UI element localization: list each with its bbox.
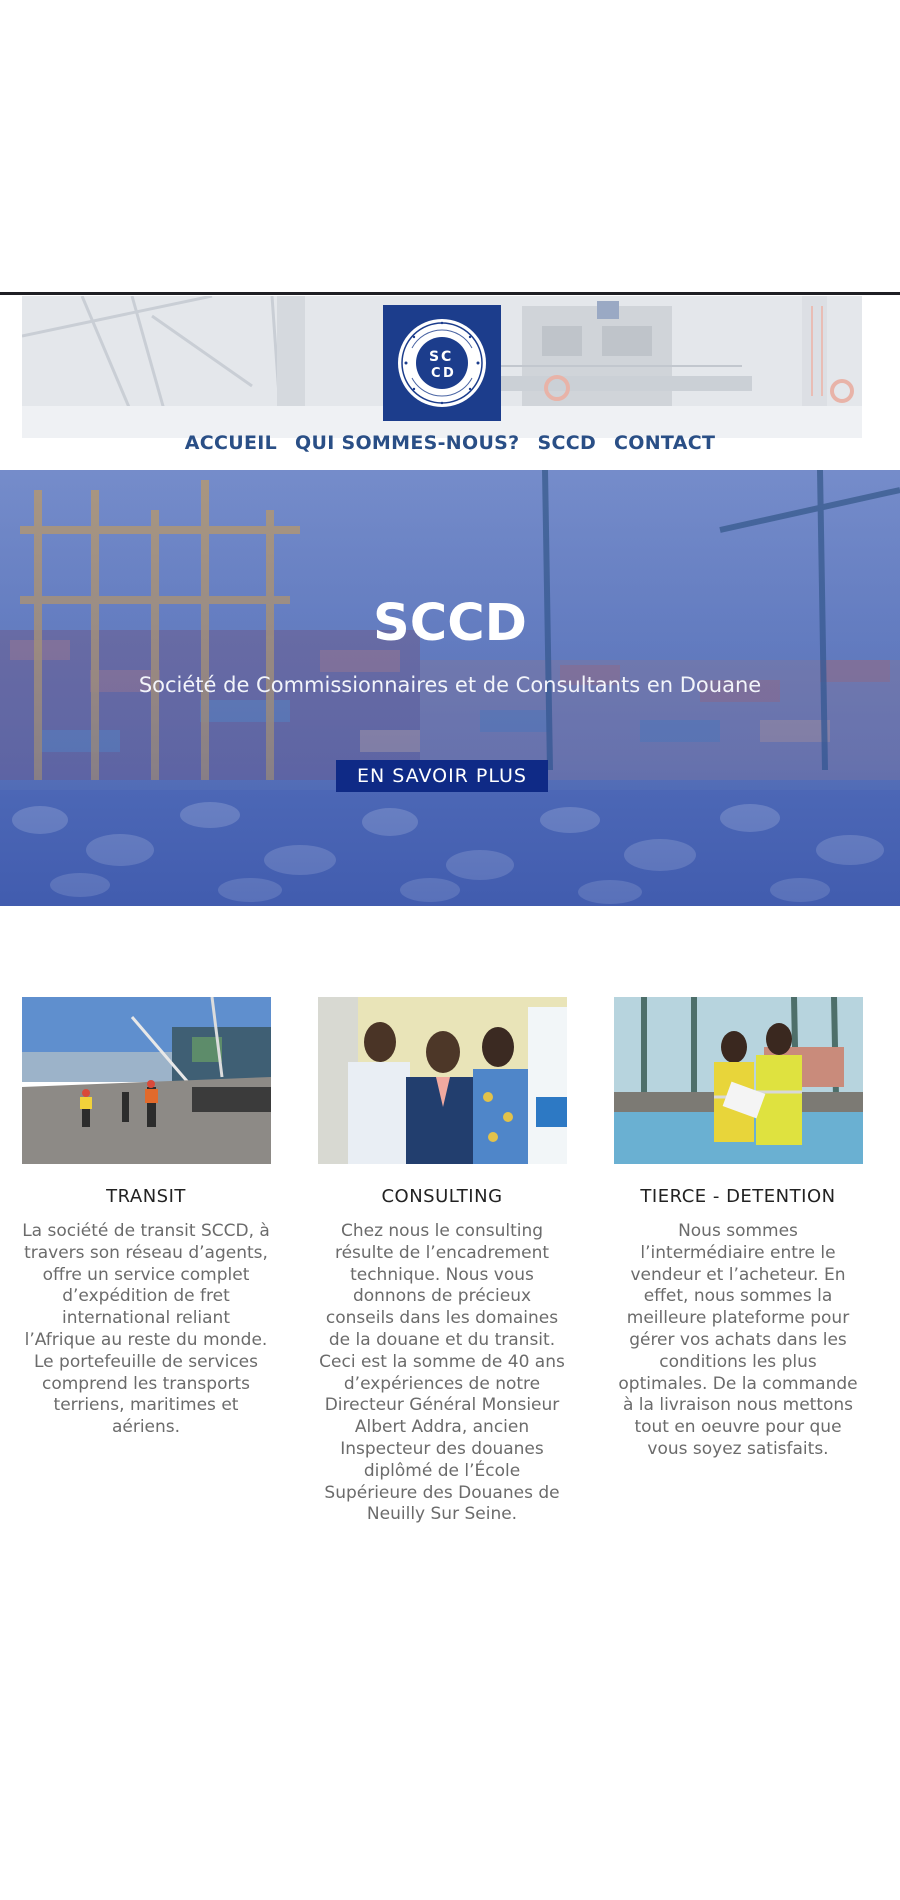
tierce-line: l’intermédiaire entre le [640, 1242, 836, 1263]
consulting-line: technique. Nous vous [350, 1264, 534, 1285]
transit-title: TRANSIT [106, 1186, 186, 1207]
tierce-line: tout en oeuvre pour que [634, 1417, 842, 1438]
consulting-line: conseils dans les domaines [325, 1308, 559, 1329]
en-savoir-plus-button[interactable]: EN SAVOIR PLUS [336, 760, 548, 792]
transit-line: comprend les transports [42, 1373, 250, 1394]
nav-item-qui-sommes-nous[interactable]: QUI SOMMES-NOUS? [295, 432, 519, 462]
transit-line: l’Afrique au reste du monde. [24, 1329, 268, 1350]
consulting-line: Supérieure des Douanes de [324, 1482, 560, 1503]
consulting-line: Chez nous le consulting [340, 1221, 544, 1241]
transit-description: La société de transit SCCD, à travers so… [16, 1221, 276, 1439]
nav-item-sccd[interactable]: SCCD [537, 432, 596, 462]
svg-text:S: S [429, 349, 439, 365]
transit-image [22, 997, 271, 1164]
transit-line: international reliant [62, 1308, 230, 1329]
tierce-line: effet, nous sommes la [643, 1286, 833, 1307]
transit-line: d’expédition de fret [62, 1286, 230, 1307]
tierce-detention-description: Nous sommes l’intermédiaire entre le ven… [608, 1221, 868, 1461]
sccd-seal-icon: S C C D [398, 319, 486, 407]
tierce-line: à la livraison nous mettons [622, 1395, 854, 1416]
consulting-line: diplômé de l’École [363, 1460, 521, 1481]
tierce-line: vous soyez satisfaits. [647, 1438, 829, 1459]
consulting-title: CONSULTING [381, 1186, 503, 1207]
header-top-border [0, 292, 900, 295]
nav-item-contact[interactable]: CONTACT [614, 432, 715, 462]
svg-text:D: D [443, 366, 454, 381]
tierce-line: vendeur et l’acheteur. En [630, 1264, 846, 1285]
consulting-line: Directeur Général Monsieur [324, 1395, 560, 1416]
main-navigation: ACCUEIL QUI SOMMES-NOUS? SCCD CONTACT [0, 432, 900, 462]
tierce-line: conditions les plus [659, 1351, 817, 1372]
sccd-logo[interactable]: S C C D [383, 305, 501, 421]
transit-line: terriens, maritimes et [53, 1395, 239, 1416]
consulting-line: Albert Addra, ancien [354, 1417, 530, 1438]
consulting-line: d’expériences de notre [343, 1373, 541, 1394]
tierce-line: meilleure plateforme pour [626, 1308, 850, 1329]
nav-item-accueil[interactable]: ACCUEIL [185, 432, 277, 462]
tierce-line: Nous sommes [678, 1221, 798, 1241]
consulting-line: de la douane et du transit. [328, 1329, 556, 1350]
tierce-detention-title: TIERCE - DETENTION [640, 1186, 836, 1207]
consulting-line: donnons de précieux [352, 1286, 532, 1307]
transit-line: offre un service complet [42, 1264, 250, 1285]
consulting-line: résulte de l’encadrement [334, 1242, 550, 1263]
tierce-detention-image [614, 997, 863, 1164]
transit-line: aériens. [111, 1417, 181, 1438]
hero-title: SCCD [373, 594, 527, 653]
consulting-description: Chez nous le consulting résulte de l’enc… [312, 1221, 572, 1526]
consulting-image [318, 997, 567, 1164]
svg-text:C: C [431, 366, 441, 381]
tierce-line: gérer vos achats dans les [629, 1329, 847, 1350]
svg-text:C: C [441, 349, 451, 365]
transit-line: La société de transit SCCD, à [22, 1221, 270, 1241]
consulting-line: Neuilly Sur Seine. [366, 1504, 518, 1525]
tierce-line: optimales. De la commande [618, 1373, 858, 1394]
hero-subtitle: Société de Commissionnaires et de Consul… [138, 673, 762, 697]
consulting-line: Inspecteur des douanes [340, 1438, 544, 1459]
transit-line: Le portefeuille de services [34, 1351, 258, 1372]
consulting-line: Ceci est la somme de 40 ans [319, 1351, 565, 1372]
transit-line: travers son réseau d’agents, [24, 1242, 268, 1263]
